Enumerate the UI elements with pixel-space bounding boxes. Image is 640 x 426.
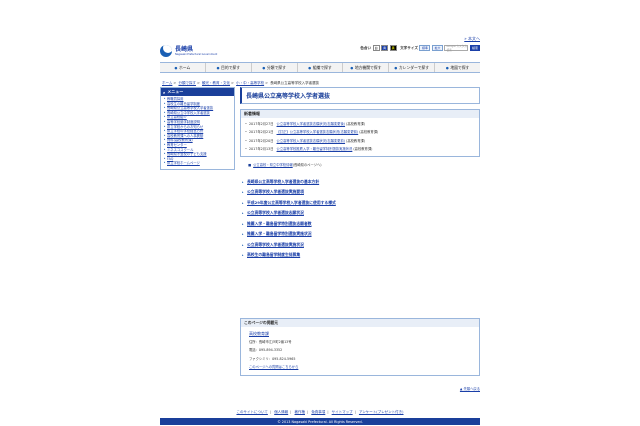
- topic-link[interactable]: 推薦入学・離島留学特別選抜実施状況: [242, 229, 480, 240]
- contact-address: 住所：長崎市江戸町2番13号: [249, 340, 292, 345]
- main-content: 長崎県公立高等学校入学者選抜 新着情報 • 2017年2月27日 公立高等学校入学者…: [240, 87, 480, 261]
- gnav-local-offices[interactable]: ● 地方機関で探す: [343, 63, 390, 72]
- news-link[interactable]: 公立高等学校入学者選抜志願状況(志願変更前): [277, 139, 346, 143]
- news-list: • 2017年2月27日 公立高等学校入学者選抜志願状況(志願変更後)(高校教育課)…: [241, 118, 479, 156]
- logo-text-en: Nagasaki Prefectural Government: [175, 53, 218, 56]
- contact-fax: ファクシミリ：095-824-5965: [249, 356, 296, 361]
- color-label: 色合い: [360, 45, 372, 50]
- news-item: • 2017年2月13日 公立高等学校推薦入学・離島留学特別選抜実施状況(高校教育課…: [245, 147, 373, 152]
- topic-link[interactable]: 平成29年度公立高等学校入学者選抜に使用する様式: [242, 198, 480, 209]
- fontsize-label: 文字サイズ: [400, 45, 418, 50]
- bullet-icon: ■: [248, 162, 252, 167]
- gnav-purpose[interactable]: ● 目的で探す: [206, 63, 252, 72]
- color-white-button[interactable]: 白: [372, 45, 380, 51]
- contact-phone: 電話：095-894-3352: [249, 348, 283, 353]
- news-item: • 2017年2月21日 【訂正】公立高等学校入学者選抜志願状況(志願変更前)(高校…: [245, 130, 379, 135]
- global-nav: ● ホーム ● 目的で探す ● 分類で探す ● 組織で探す ● 地方機関で探す ● カレンダ…: [160, 62, 480, 73]
- prefecture-logo-icon: [160, 45, 172, 57]
- external-info-line: ■ 公立高校・県立中学校情報(長崎県のページへ): [248, 162, 322, 167]
- breadcrumb-tourism[interactable]: 観光・教育・文化: [202, 81, 230, 85]
- footer-link-sitemap[interactable]: サイトマップ: [332, 410, 353, 414]
- logo-text-jp: 長崎県: [175, 46, 194, 53]
- font-standard-button[interactable]: 標準: [419, 45, 431, 51]
- circle-arrow-icon: ●: [174, 65, 178, 70]
- skip-to-content-link[interactable]: » 本文へ: [464, 36, 480, 42]
- contact-box: このページの掲載元 高校教育課 住所：長崎市江戸町2番13号 電話：095-89…: [240, 318, 480, 377]
- color-blue-button[interactable]: 青: [381, 45, 389, 51]
- footer-link-survey[interactable]: アンケート(プレゼント付き): [359, 410, 404, 414]
- gnav-calendar[interactable]: ● カレンダーで探す: [389, 63, 436, 72]
- copyright-bar: © 2013 Nagasaki Prefectural. All Rights …: [160, 418, 480, 425]
- footer-link-about[interactable]: このサイトについて: [236, 410, 267, 414]
- inquiry-link[interactable]: このページへの質問はこちらから: [249, 365, 298, 369]
- gnav-organization[interactable]: ● 組織で探す: [298, 63, 344, 72]
- sidebar-item[interactable]: 県立学校ホームページ: [164, 161, 232, 166]
- circle-arrow-icon: ●: [350, 65, 354, 70]
- school-info-link[interactable]: 公立高校・県立中学校情報: [253, 163, 293, 167]
- search-input[interactable]: Google カスタム検索: [444, 45, 469, 52]
- news-header: 新着情報: [241, 110, 479, 118]
- footer-link-privacy[interactable]: 個人情報: [274, 410, 288, 414]
- color-black-button[interactable]: 黒: [389, 45, 397, 51]
- breadcrumb-schools[interactable]: 小・中・高等学校: [236, 81, 264, 85]
- breadcrumb-current: 長崎県公立高等学校入学者選抜: [270, 81, 320, 85]
- topic-link[interactable]: 推薦入学・離島留学特別選抜志願者数: [242, 219, 480, 230]
- topic-link[interactable]: 長崎県公立高等学校入学者選抜の基本方針: [242, 177, 480, 188]
- sidebar-title: メニュー: [167, 89, 184, 94]
- circle-arrow-icon: ●: [262, 65, 266, 70]
- footer-links: このサイトについて | 個人情報 | 著作権 | 免責事項 | サイトマップ | アンケー…: [236, 410, 404, 414]
- footer-link-copyright[interactable]: 著作権: [295, 410, 306, 414]
- news-item: • 2017年2月27日 公立高等学校入学者選抜志願状況(志願変更後)(高校教育課): [245, 122, 366, 126]
- magnifier-icon: ⌕: [163, 89, 166, 95]
- page-title-box: 長崎県公立高等学校入学者選抜: [240, 87, 480, 104]
- font-large-button[interactable]: 拡大: [431, 45, 443, 51]
- topic-link[interactable]: 公立高等学校入学者選抜志願状況: [242, 208, 480, 219]
- gnav-home[interactable]: ● ホーム: [160, 63, 206, 72]
- news-section: 新着情報 • 2017年2月27日 公立高等学校入学者選抜志願状況(志願変更後)(高…: [240, 109, 480, 157]
- search-button[interactable]: 検索: [469, 45, 480, 51]
- sidebar-list: 教職員採用 高校生の離島留学制度 長崎県公立高等学校入学者選抜 長崎県公立中学校…: [161, 96, 234, 169]
- news-item: • 2017年2月20日 公立高等学校入学者選抜志願状況(志願変更前)(高校教育課): [245, 138, 366, 143]
- page-title: 長崎県公立高等学校入学者選抜: [246, 93, 331, 100]
- news-link[interactable]: 【訂正】公立高等学校入学者選抜志願状況(志願変更前): [277, 130, 359, 134]
- topic-link[interactable]: 公立高等学校入学者選抜実施要項: [242, 187, 480, 198]
- topic-link[interactable]: 公立高等学校入学者選抜実施状況: [242, 240, 480, 251]
- topic-link[interactable]: 高校生の離島留学制度生徒募集: [242, 250, 480, 261]
- circle-arrow-icon: ●: [216, 65, 220, 70]
- news-link[interactable]: 公立高等学校推薦入学・離島留学特別選抜実施状況: [277, 147, 353, 151]
- sidebar: ⌕ メニュー 教職員採用 高校生の離島留学制度 長崎県公立高等学校入学者選抜 長…: [160, 87, 235, 170]
- contact-header: このページの掲載元: [241, 319, 479, 327]
- footer-link-disclaimer[interactable]: 免責事項: [311, 410, 325, 414]
- gnav-category[interactable]: ● 分類で探す: [252, 63, 298, 72]
- site-logo[interactable]: 長崎県 Nagasaki Prefectural Government: [160, 44, 217, 58]
- breadcrumb-home[interactable]: ホーム: [162, 81, 172, 85]
- circle-arrow-icon: ●: [445, 65, 449, 70]
- sidebar-header: ⌕ メニュー: [161, 88, 234, 96]
- accessibility-tools: 色合い 白 青 黒 文字サイズ 標準 拡大 Google カスタム検索 検索: [360, 45, 480, 52]
- news-link[interactable]: 公立高等学校入学者選抜志願状況(志願変更後): [277, 122, 346, 126]
- breadcrumb-category[interactable]: 分類で探す: [178, 81, 196, 85]
- department-link[interactable]: 高校教育課: [249, 331, 269, 336]
- circle-arrow-icon: ●: [308, 65, 312, 70]
- circle-arrow-icon: ●: [394, 65, 398, 70]
- breadcrumb: ホーム> 分類で探す> 観光・教育・文化> 小・中・高等学校> 長崎県公立高等学…: [162, 81, 320, 85]
- back-to-top-link[interactable]: ▲ 先頭へ戻る: [460, 386, 480, 391]
- topic-links: 長崎県公立高等学校入学者選抜の基本方針 公立高等学校入学者選抜実施要項 平成29…: [242, 177, 480, 261]
- gnav-map[interactable]: ● 地図で探す: [435, 63, 480, 72]
